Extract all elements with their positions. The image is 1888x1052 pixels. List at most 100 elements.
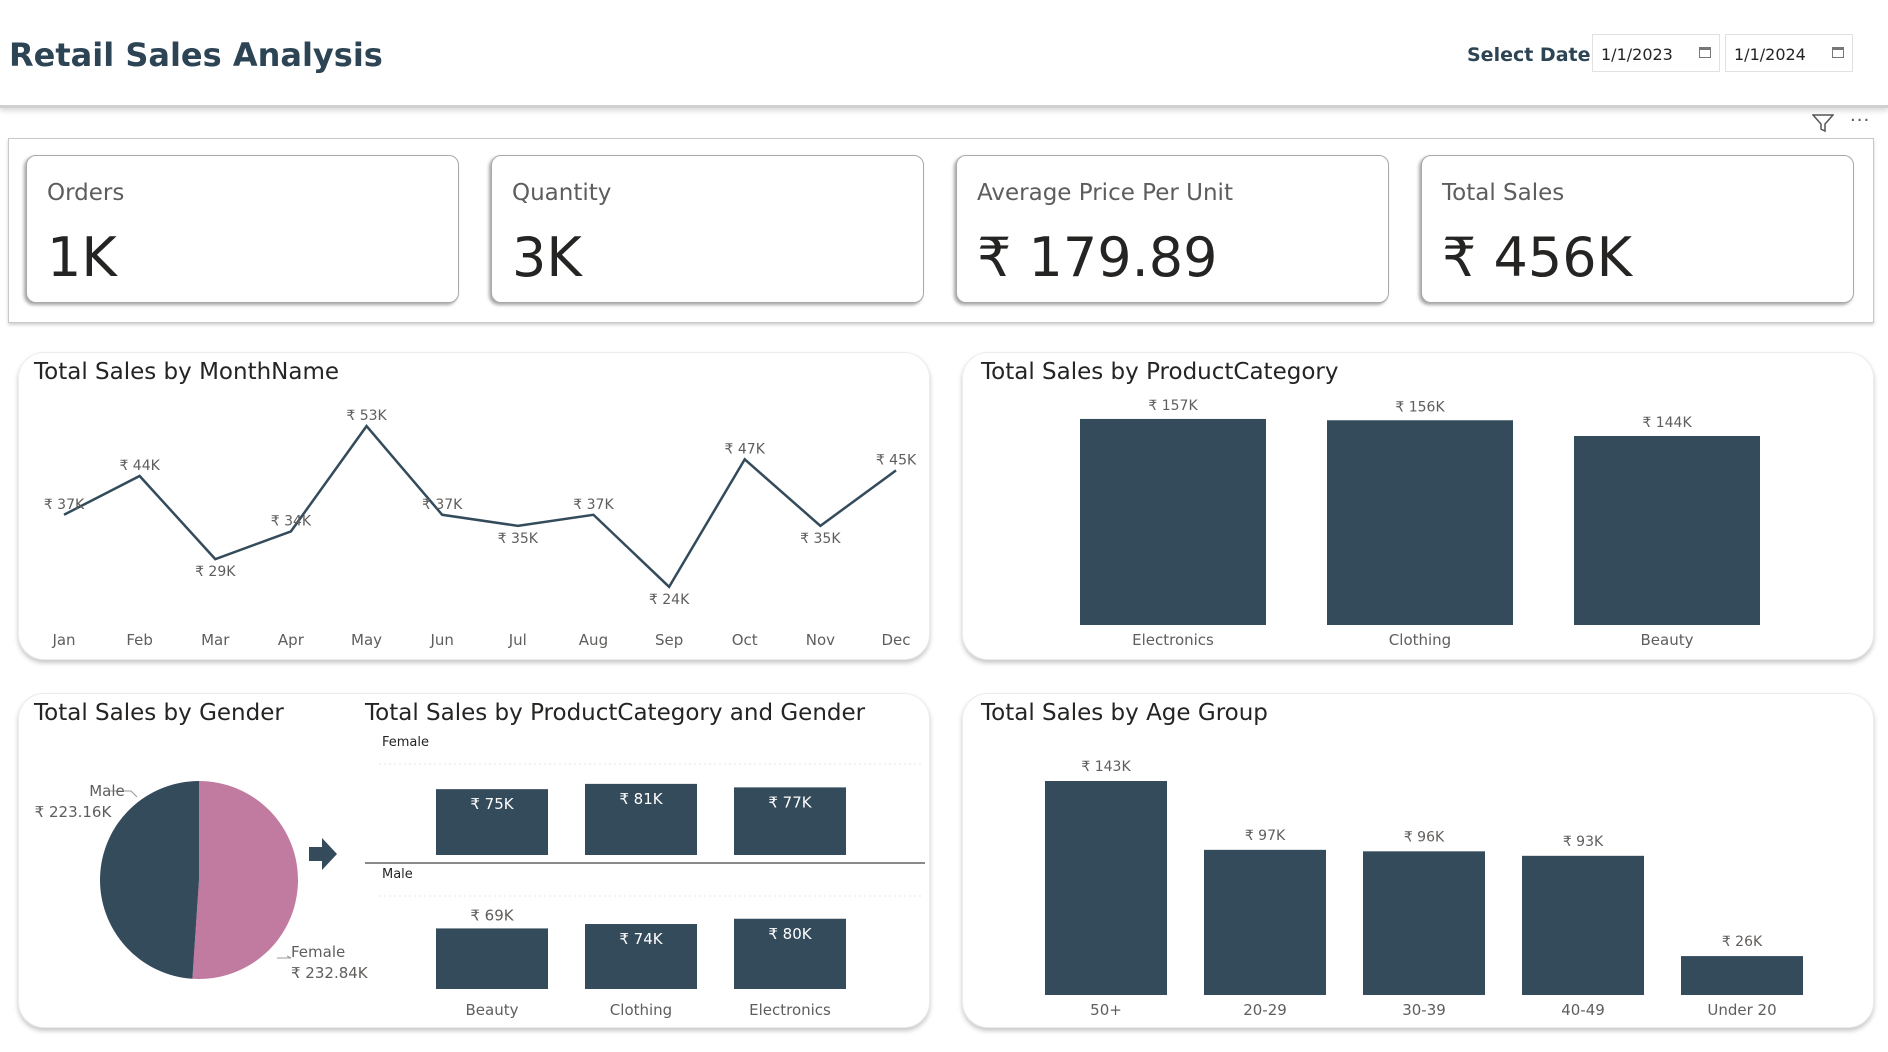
data-label: ₹ 156K [1395,399,1445,415]
x-tick-label: Apr [278,631,305,649]
data-label: ₹ 97K [1245,828,1286,844]
x-tick-label: Beauty [466,1001,519,1019]
kpi-value: 3K [512,226,582,289]
data-label: ₹ 77K [768,793,812,811]
kpi-value: ₹ 456K [1442,226,1633,289]
kpi-label: Quantity [512,180,612,206]
bar [1363,851,1485,995]
data-label: ₹ 34K [271,513,312,529]
bar [1327,420,1513,625]
bar [1080,418,1266,625]
gender-chart-card: Total Sales by Gender Total Sales by Pro… [18,693,930,1028]
data-label: ₹ 75K [470,795,514,813]
data-label: ₹ 96K [1404,829,1445,845]
panel-label: Female [382,735,429,750]
kpi-label: Orders [47,180,125,206]
bar [1045,780,1167,995]
data-label: ₹ 26K [1722,934,1763,950]
pie-value-label: ₹ 223.16K [35,803,113,821]
x-tick-label: Jul [508,631,527,649]
data-label: ₹ 69K [470,906,514,924]
gender-charts[interactable]: Male ₹ 223.16K Female ₹ 232.84K Female ₹ 75K ₹… [19,694,931,1029]
x-tick-label: 20-29 [1243,1001,1287,1019]
x-tick-label: Under 20 [1707,1001,1776,1019]
data-label: ₹ 157K [1148,398,1198,414]
x-tick-label: Beauty [1641,631,1694,649]
data-label: ₹ 53K [346,408,387,424]
x-tick-label: Nov [806,631,835,649]
data-label: ₹ 37K [44,497,85,513]
x-tick-label: Aug [579,631,608,649]
kpi-card-total-sales: Total Sales ₹ 456K [1421,155,1854,303]
filter-icon[interactable] [1812,113,1834,133]
data-label: ₹ 81K [619,790,663,808]
header-bar: Retail Sales Analysis Select Date : 1/1/… [0,0,1888,108]
x-tick-label: 30-39 [1402,1001,1446,1019]
kpi-label: Total Sales [1442,180,1565,206]
age-bar-chart[interactable]: ₹ 143K 50+ ₹ 97K 20-29 ₹ 96K 30-39 ₹ 93K 40-49 ₹… [963,694,1875,1029]
month-chart-card: Total Sales by MonthName ₹ 37K Jan ₹ 44K Fe… [18,352,930,660]
end-date-value: 1/1/2024 [1734,45,1806,64]
x-tick-label: Clothing [1389,631,1451,649]
data-label: ₹ 37K [573,497,614,513]
x-tick-label: Electronics [1132,631,1214,649]
data-label: ₹ 143K [1081,759,1131,775]
data-label: ₹ 29K [195,564,236,580]
date-filter-label: Select Date : [1467,44,1605,66]
category-chart-card: Total Sales by ProductCategory ₹ 157K Ele… [962,352,1874,660]
kpi-card-orders: Orders 1K [26,155,459,303]
bar [1574,436,1760,625]
x-tick-label: Jun [429,631,453,649]
pie-value-label: ₹ 232.84K [291,964,369,982]
calendar-icon[interactable] [1832,47,1844,58]
bar [1204,849,1326,995]
pie-category-label: Male [89,782,125,800]
data-label: ₹ 47K [725,441,766,457]
age-chart-card: Total Sales by Age Group ₹ 143K 50+ ₹ 97K 2… [962,693,1874,1028]
data-label: ₹ 80K [768,925,812,943]
pie-slice [192,781,298,979]
start-date-value: 1/1/2023 [1601,45,1673,64]
data-label: ₹ 45K [876,452,917,468]
x-tick-label: Dec [881,631,910,649]
kpi-card-average-price: Average Price Per Unit ₹ 179.89 [956,155,1389,303]
bar [436,928,548,989]
visual-toolbar: ··· [1808,110,1878,134]
x-tick-label: Feb [126,631,153,649]
pie-category-label: Female [291,943,345,961]
x-tick-label: 40-49 [1561,1001,1605,1019]
bar [1681,956,1803,995]
data-label: ₹ 35K [800,531,841,547]
kpi-strip: Orders 1K Quantity 3K Average Price Per … [8,138,1874,323]
series-line [63,424,897,589]
kpi-value: ₹ 179.89 [977,226,1218,289]
end-date-input[interactable]: 1/1/2024 [1725,34,1853,72]
leader-line [277,955,292,959]
category-bar-chart[interactable]: ₹ 157K Electronics ₹ 156K Clothing ₹ 144K Bea… [963,353,1875,661]
month-line-chart[interactable]: ₹ 37K Jan ₹ 44K Feb ₹ 29K Mar ₹ 34K Apr ₹ 53K May… [19,353,931,661]
arrow-icon [309,838,337,870]
data-label: ₹ 44K [119,458,160,474]
kpi-label: Average Price Per Unit [977,180,1233,206]
pie-slice [99,781,199,979]
start-date-input[interactable]: 1/1/2023 [1592,34,1720,72]
panel-label: Male [382,867,413,882]
x-tick-label: May [351,631,382,649]
data-label: ₹ 144K [1642,415,1692,431]
x-tick-label: 50+ [1090,1001,1122,1019]
bar [1522,855,1644,995]
data-label: ₹ 35K [498,531,539,547]
page-title: Retail Sales Analysis [9,36,383,74]
data-label: ₹ 24K [649,592,690,608]
kpi-value: 1K [47,226,117,289]
x-tick-label: Sep [655,631,683,649]
data-label: ₹ 74K [619,930,663,948]
x-tick-label: Electronics [749,1001,831,1019]
x-tick-label: Jan [51,631,75,649]
x-tick-label: Clothing [610,1001,672,1019]
data-label: ₹ 93K [1563,834,1604,850]
x-tick-label: Mar [201,631,230,649]
data-label: ₹ 37K [422,497,463,513]
calendar-icon[interactable] [1699,47,1711,58]
more-options-icon[interactable]: ··· [1850,110,1870,131]
